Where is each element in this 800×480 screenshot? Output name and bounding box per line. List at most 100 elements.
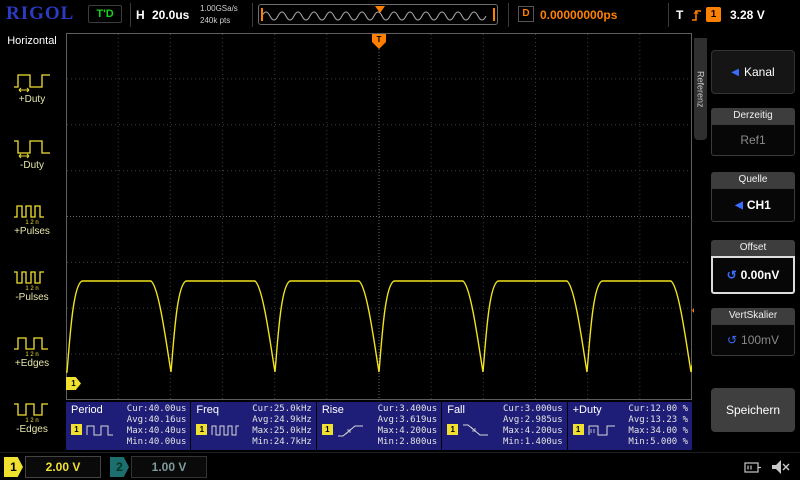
vertscale-value-box[interactable]: ↺ 100mV (711, 324, 795, 356)
minus-duty-icon (14, 140, 50, 159)
rise-icon (337, 425, 363, 437)
ref1-value-box[interactable]: Ref1 (711, 124, 795, 156)
section-derzeitig: Derzeitig Ref1 (711, 108, 795, 156)
menu-item-label: -Duty (20, 160, 44, 171)
waveform-display: T (66, 33, 693, 400)
plus-duty-icon (14, 74, 50, 93)
waveform-preview[interactable] (258, 4, 498, 25)
trigger-position-icon[interactable] (375, 6, 385, 13)
plus-duty-measure-icon (588, 425, 615, 436)
svg-text:1 2 n: 1 2 n (25, 418, 38, 423)
measurement-values: Cur:12.00 % Avg:13.23 % Max:34.00 % Min:5.… (628, 404, 689, 447)
source-badge: 1 (71, 424, 82, 435)
speichern-button[interactable]: Speichern (711, 388, 795, 432)
left-menu-title: Horizontal (7, 35, 57, 47)
channel2-tag[interactable]: 2 (110, 457, 129, 477)
channel1-tag[interactable]: 1 (4, 457, 23, 477)
measurement-values: Cur:40.00us Avg:40.16us Max:40.40us Min:40… (126, 404, 187, 447)
menu-item-minus-pulses[interactable]: 1 2 n -Pulses (0, 252, 64, 318)
rotate-knob-icon: ↺ (726, 268, 737, 282)
graticule: T (66, 33, 693, 400)
measurement-panel-rise: Rise 1 Cur:3.400us Avg:3.619us Max:4.200u… (316, 402, 442, 450)
oscilloscope-screen: RIGOL T'D H 20.0us 1.00GSa/s 240k pts D … (0, 0, 800, 480)
right-menu: Referenz ◀ Kanal Derzeitig Ref1 Quelle ◀… (694, 30, 800, 452)
menu-item-kanal[interactable]: ◀ Kanal (711, 50, 795, 94)
channel2-scale[interactable]: 1.00 V (131, 456, 207, 478)
period-icon (86, 425, 113, 436)
acquisition-info: 1.00GSa/s 240k pts (200, 3, 238, 27)
bottom-status-bar: 1 2.00 V 2 1.00 V (0, 452, 800, 480)
source-badge: 1 (321, 424, 333, 435)
menu-item-minus-edges[interactable]: 1 2 n -Edges (0, 384, 64, 450)
rising-edge-icon (692, 10, 701, 21)
freq-icon (211, 425, 240, 436)
measurement-panel-period: Period 1 Cur:40.00us Avg:40.16us Max:40.4… (66, 402, 191, 450)
divider (508, 3, 509, 27)
quelle-label: Quelle (711, 172, 795, 188)
channel1-scale[interactable]: 2.00 V (25, 456, 101, 478)
back-arrow-icon: ◀ (735, 199, 743, 211)
measurement-name: Fall (447, 404, 465, 416)
menu-tab-referenz[interactable]: Referenz (694, 38, 707, 140)
trigger-status-badge: T'D (88, 5, 122, 23)
section-offset: Offset ↺ 0.00nV (711, 240, 795, 294)
offset-value-box[interactable]: ↺ 0.00nV (711, 256, 795, 294)
trigger-label: T (676, 8, 684, 22)
usb-icon (744, 462, 761, 473)
menu-item-minus-duty[interactable]: -Duty (0, 120, 64, 186)
vertscale-value: 100mV (741, 333, 780, 347)
speaker-icon[interactable] (770, 457, 792, 477)
delay-value: 0.00000000ps (540, 8, 618, 22)
svg-text:1 2 n: 1 2 n (25, 286, 38, 291)
section-quelle: Quelle ◀ CH1 (711, 172, 795, 222)
menu-item-plus-duty[interactable]: +Duty (0, 54, 64, 120)
measurement-name: Rise (321, 404, 344, 416)
menu-item-plus-edges[interactable]: 1 2 n +Edges (0, 318, 64, 384)
source-value-box[interactable]: ◀ CH1 (711, 188, 795, 222)
ref1-value: Ref1 (740, 133, 766, 147)
back-arrow-icon: ◀ (731, 66, 739, 78)
window-left-bracket-icon (261, 8, 263, 21)
rotate-knob-icon: ↺ (726, 333, 738, 347)
left-menu: Horizontal +Duty -Duty 1 2 n +Pulses 1 2… (0, 30, 64, 452)
measurement-panel-plus-duty: +Duty 1 Cur:12.00 % Avg:13.23 % Max:34.00… (567, 402, 693, 450)
trigger-source-badge: 1 (706, 7, 721, 22)
delay-label: D (518, 6, 534, 22)
timebase-value[interactable]: 20.0us (152, 8, 189, 22)
divider (668, 3, 669, 27)
sample-rate: 1.00GSa/s (200, 4, 238, 13)
divider (252, 3, 253, 27)
window-right-bracket-icon (493, 8, 495, 21)
measurement-values: Cur:25.0kHz Avg:24.9kHz Max:25.0kHz Min:24… (252, 404, 312, 447)
plus-edges-icon: 1 2 n (14, 337, 48, 357)
menu-item-plus-pulses[interactable]: 1 2 n +Pulses (0, 186, 64, 252)
kanal-label: Kanal (744, 65, 775, 79)
vertskalier-label: VertSkalier (711, 308, 795, 324)
source-badge: 1 (572, 424, 584, 435)
measurement-values: Cur:3.000us Avg:2.985us Max:4.200us Min:1.… (503, 404, 563, 447)
measurement-name: +Duty (572, 404, 602, 416)
rigol-logo: RIGOL (6, 3, 75, 24)
plus-pulses-icon: 1 2 n (14, 205, 44, 225)
measurement-name: Period (71, 404, 103, 416)
trigger-level-value[interactable]: 3.28 V (730, 8, 765, 22)
measurement-row: Period 1 Cur:40.00us Avg:40.16us Max:40.4… (66, 402, 693, 450)
measurement-panel-fall: Fall 1 Cur:3.000us Avg:2.985us Max:4.200u… (442, 402, 567, 450)
fall-icon (463, 424, 489, 436)
memory-depth: 240k pts (200, 16, 231, 25)
menu-item-label: -Pulses (15, 292, 49, 303)
svg-text:T: T (377, 35, 382, 44)
measurement-name: Freq (196, 404, 220, 416)
menu-item-label: -Edges (16, 424, 48, 435)
minus-pulses-icon: 1 2 n (14, 271, 44, 291)
svg-text:1 2 n: 1 2 n (25, 352, 38, 357)
derzeitig-label: Derzeitig (711, 108, 795, 124)
horizontal-label: H (136, 8, 145, 22)
trigger-position-marker[interactable]: T (372, 34, 386, 49)
divider (130, 3, 131, 27)
minus-edges-icon: 1 2 n (14, 403, 48, 423)
measurement-values: Cur:3.400us Avg:3.619us Max:4.200us Min:2.… (377, 404, 438, 447)
svg-text:1 2 n: 1 2 n (25, 220, 38, 225)
menu-item-label: +Edges (14, 358, 50, 369)
offset-label: Offset (711, 240, 795, 256)
